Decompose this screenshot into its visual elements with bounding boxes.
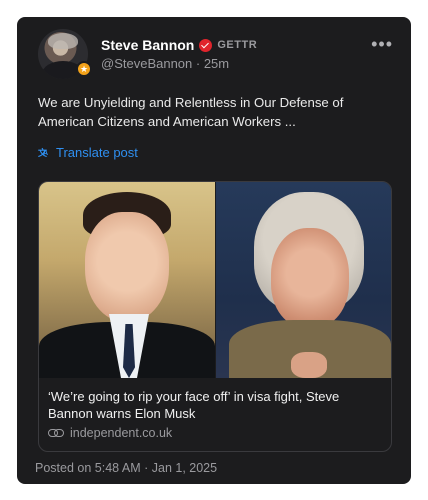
avatar-hair [48,33,78,49]
post-card: ★ Steve Bannon GETTR @SteveBannon · 25m … [17,17,411,484]
link-title[interactable]: ‘We’re going to rip your face off’ in vi… [48,388,378,422]
left-person-face [85,212,169,322]
link-chain-icon [48,428,64,438]
translate-label: Translate post [56,145,138,160]
author-name[interactable]: Steve Bannon [101,37,194,53]
platform-label: GETTR [217,39,258,51]
author-row: Steve Bannon GETTR [101,37,257,53]
verified-badge-icon [199,38,213,52]
translate-button[interactable]: 文A Translate post [38,145,138,160]
gold-badge-icon: ★ [76,61,92,77]
link-domain-row: independent.co.uk [48,426,172,440]
right-person-hand [291,352,327,378]
translate-icon: 文A [38,147,49,158]
link-domain: independent.co.uk [70,426,173,440]
more-dots-icon[interactable]: ••• [371,34,393,55]
link-preview-card[interactable]: ‘We’re going to rip your face off’ in vi… [38,181,392,452]
author-handle-time: @SteveBannon · 25m [101,56,230,71]
post-body: We are Unyielding and Relentless in Our … [38,95,344,129]
posted-timestamp: Posted on 5:48 AM · Jan 1, 2025 [35,461,218,475]
right-person-face [271,228,349,328]
link-preview-image [39,182,391,378]
